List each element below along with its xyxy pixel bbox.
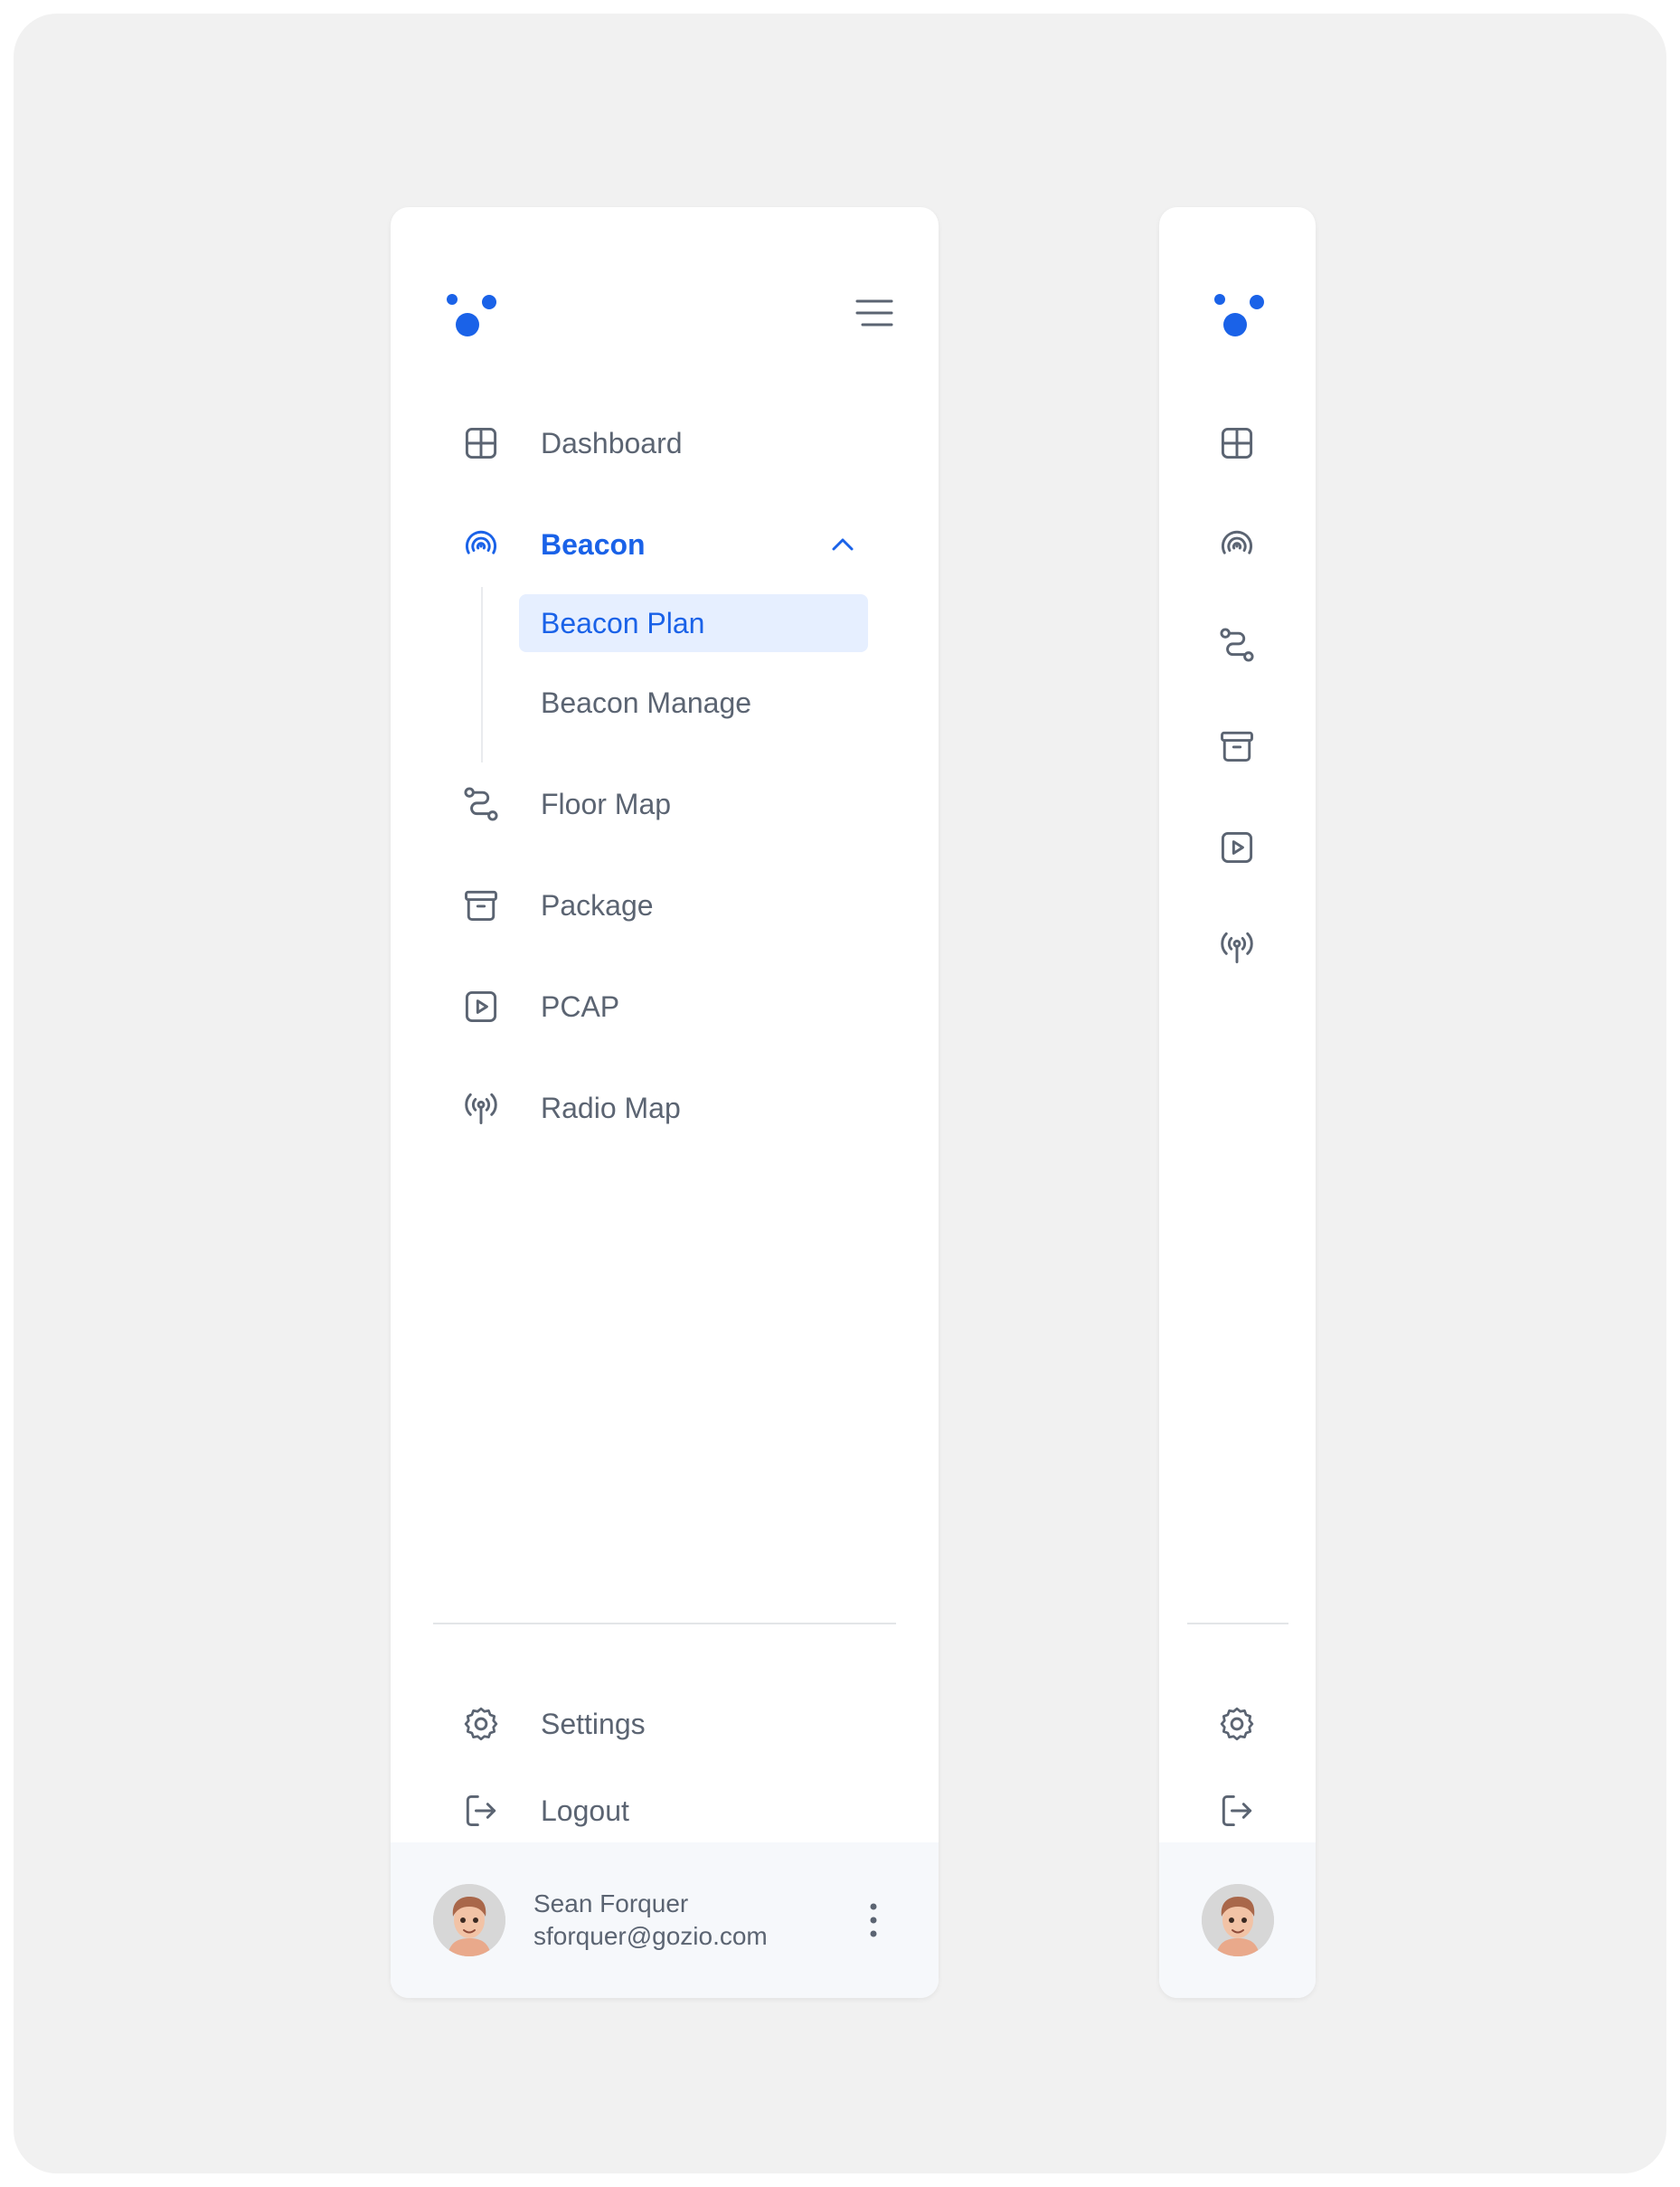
archive-icon (1217, 726, 1257, 766)
user-profile (1159, 1842, 1316, 1998)
submenu-guide-line (481, 587, 483, 762)
avatar[interactable] (433, 1884, 505, 1956)
nav-icon-radio-map[interactable] (1159, 911, 1316, 983)
gear-icon (461, 1704, 501, 1744)
nav-icon-beacon[interactable] (1159, 508, 1316, 581)
nav-item-logout[interactable]: Logout (391, 1775, 939, 1847)
sidebar-collapsed (1159, 207, 1316, 1998)
nav-icon-pcap[interactable] (1159, 811, 1316, 884)
logout-icon (461, 1791, 501, 1831)
archive-icon (461, 885, 501, 925)
user-profile: Sean Forquer sforquer@gozio.com (391, 1842, 939, 1998)
antenna-icon (1217, 927, 1257, 967)
route-icon (1217, 625, 1257, 665)
nav-icon-floor-map[interactable] (1159, 609, 1316, 681)
nav-item-pcap[interactable]: PCAP (391, 970, 939, 1043)
nav-icon-settings[interactable] (1159, 1688, 1316, 1760)
sidebar-expanded: Dashboard Beacon Beacon Plan Beacon Mana… (391, 207, 939, 1998)
play-square-icon (1217, 828, 1257, 867)
nav-item-settings[interactable]: Settings (391, 1688, 939, 1760)
sub-item-label: Beacon Plan (541, 607, 705, 639)
chevron-up-icon[interactable] (828, 530, 857, 559)
antenna-icon (461, 1088, 501, 1128)
nav-icon-dashboard[interactable] (1159, 407, 1316, 479)
beacon-signal-icon (461, 525, 501, 564)
beacon-signal-icon (1217, 525, 1257, 564)
divider (1187, 1623, 1288, 1624)
logo[interactable] (443, 289, 501, 343)
canvas-background: Dashboard Beacon Beacon Plan Beacon Mana… (14, 14, 1666, 2173)
grid-icon (1217, 423, 1257, 463)
nav-label: PCAP (541, 990, 620, 1023)
sub-item-label: Beacon Manage (541, 686, 752, 719)
menu-toggle-icon[interactable] (855, 296, 893, 330)
nav-label: Beacon (541, 528, 646, 561)
nav-item-beacon[interactable]: Beacon (391, 508, 939, 581)
avatar[interactable] (1202, 1884, 1274, 1956)
user-name: Sean Forquer (533, 1889, 689, 1917)
user-email: sforquer@gozio.com (533, 1922, 768, 1950)
logout-icon (1217, 1791, 1257, 1831)
divider (433, 1623, 896, 1624)
sub-item-beacon-manage[interactable]: Beacon Manage (519, 674, 868, 732)
play-square-icon (461, 987, 501, 1027)
nav-label: Settings (541, 1708, 646, 1740)
nav-icon-package[interactable] (1159, 710, 1316, 782)
gear-icon (1217, 1704, 1257, 1744)
grid-icon (461, 423, 501, 463)
nav-icon-logout[interactable] (1159, 1775, 1316, 1847)
logo[interactable] (1211, 289, 1269, 343)
nav-label: Package (541, 889, 654, 922)
nav-item-dashboard[interactable]: Dashboard (391, 407, 939, 479)
nav-label: Dashboard (541, 427, 683, 459)
nav-label: Floor Map (541, 788, 672, 820)
nav-item-radio-map[interactable]: Radio Map (391, 1072, 939, 1144)
nav-item-package[interactable]: Package (391, 869, 939, 942)
nav-label: Logout (541, 1794, 629, 1827)
sub-item-beacon-plan[interactable]: Beacon Plan (519, 594, 868, 652)
route-icon (461, 784, 501, 824)
more-vertical-icon[interactable] (863, 1898, 884, 1942)
nav-label: Radio Map (541, 1092, 681, 1124)
nav-item-floor-map[interactable]: Floor Map (391, 768, 939, 840)
